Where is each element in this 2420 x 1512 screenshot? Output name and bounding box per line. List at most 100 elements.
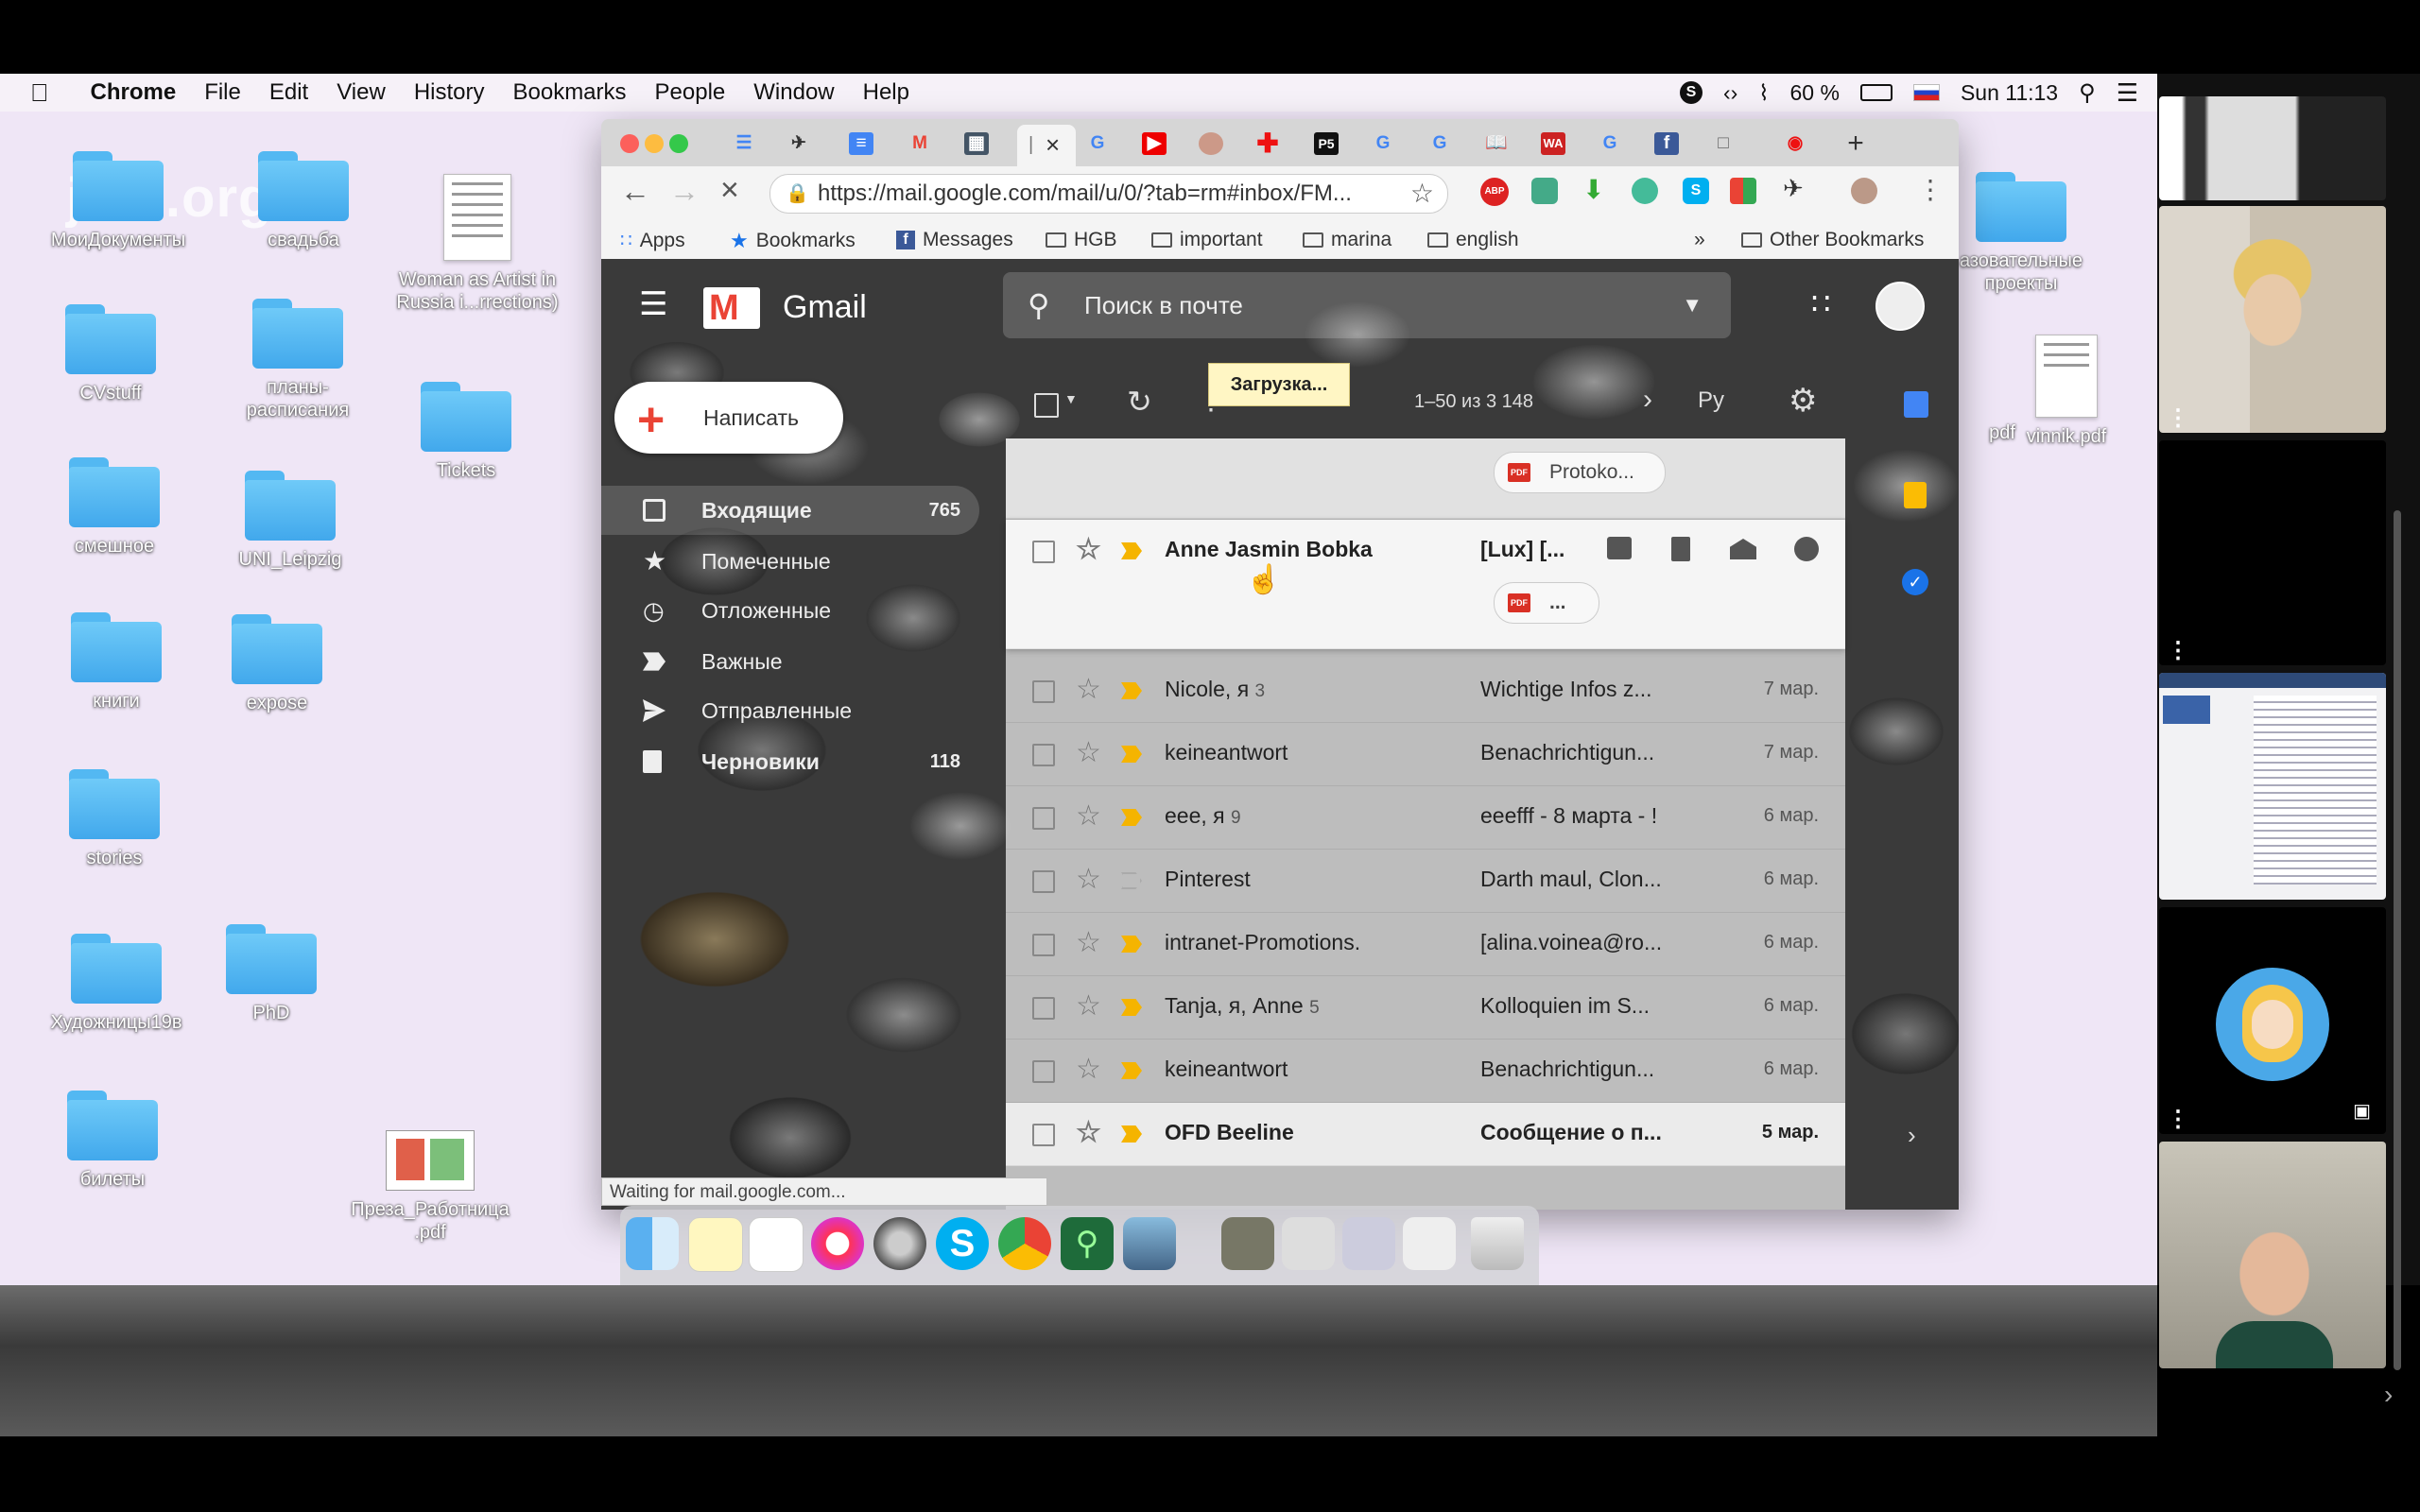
keynote-icon[interactable]: ⚲	[1061, 1217, 1114, 1270]
important-marker-icon[interactable]	[1121, 999, 1142, 1016]
row-checkbox[interactable]	[1032, 744, 1055, 766]
bookmark-folder-hgb[interactable]: HGB	[1046, 229, 1117, 251]
mark-read-icon[interactable]	[1730, 539, 1756, 559]
bookmark-messages[interactable]: f Messages	[896, 229, 1013, 251]
row-checkbox[interactable]	[1032, 680, 1055, 703]
bookmark-star-icon[interactable]: ☆	[1410, 175, 1434, 213]
desktop-folder[interactable]: expose	[187, 614, 367, 714]
tab-flight-icon[interactable]: ✈	[786, 132, 811, 155]
notification-center-icon[interactable]: ☰	[2117, 78, 2138, 108]
battery-icon[interactable]	[1859, 84, 1893, 101]
important-marker-icon[interactable]	[1121, 809, 1142, 826]
important-marker-icon[interactable]	[1121, 542, 1142, 559]
participant-thumbnail-screen[interactable]	[2159, 96, 2386, 200]
participant-menu-icon[interactable]: ⋮	[2167, 1108, 2189, 1131]
row-checkbox[interactable]	[1032, 870, 1055, 893]
keep-icon[interactable]	[1904, 482, 1927, 508]
apple-icon[interactable]: 	[30, 78, 49, 108]
desktop-folder[interactable]: CVstuff	[21, 304, 200, 404]
close-window-icon[interactable]	[620, 134, 639, 153]
desktop-folder[interactable]: Художницы19в	[26, 934, 206, 1034]
list-item[interactable]: PDF Protoko...	[1006, 438, 1845, 519]
code-icon[interactable]: ‹›	[1723, 80, 1737, 106]
star-icon[interactable]: ☆	[1076, 533, 1101, 566]
bookmark-bookmarks[interactable]: ★ Bookmarks	[730, 229, 856, 253]
important-marker-icon[interactable]	[1121, 682, 1142, 699]
menu-file[interactable]: File	[204, 79, 241, 106]
input-source-flag-icon[interactable]	[1912, 84, 1940, 101]
star-icon[interactable]: ☆	[1076, 736, 1101, 769]
document-thumbnail-icon[interactable]	[1221, 1217, 1274, 1270]
important-marker-icon[interactable]	[1121, 872, 1142, 889]
bookmark-apps[interactable]: ∷ Apps	[620, 229, 685, 252]
extension-icon[interactable]	[1730, 178, 1756, 204]
menu-history[interactable]: History	[414, 79, 485, 106]
stop-icon[interactable]: ×	[720, 172, 739, 209]
desktop-folder[interactable]: билеты	[23, 1091, 202, 1191]
desktop-folder[interactable]: stories	[25, 769, 204, 869]
nav-inbox[interactable]: Входящие 765	[601, 486, 979, 535]
row-checkbox[interactable]	[1032, 1124, 1055, 1146]
tab-google-icon[interactable]: G	[1085, 132, 1110, 155]
important-marker-icon[interactable]	[1121, 746, 1142, 763]
tab-p5-icon[interactable]: P5	[1314, 132, 1339, 155]
tab-active[interactable]: | ×	[1017, 125, 1076, 166]
search-input[interactable]: Поиск в почте	[1084, 272, 1243, 338]
chrome-icon[interactable]	[998, 1217, 1051, 1270]
zoom-window-icon[interactable]	[669, 134, 688, 153]
calendar-icon[interactable]	[1904, 391, 1928, 418]
tab-google-icon[interactable]: G	[1598, 132, 1622, 155]
tab-gmail-icon[interactable]: M	[908, 132, 932, 155]
extension-icon[interactable]	[1632, 178, 1658, 204]
tab-record-icon[interactable]: ◉	[1783, 132, 1807, 155]
menu-bookmarks[interactable]: Bookmarks	[512, 79, 626, 106]
nav-drafts[interactable]: Черновики 118	[601, 737, 979, 786]
table-row[interactable]: ☆ Tanja, я, Anne 5 Kolloquien im S... 6 м…	[1006, 976, 1845, 1040]
compose-button[interactable]: + Написать	[614, 382, 843, 454]
tab-site-icon[interactable]: ▦	[964, 132, 989, 155]
search-icon[interactable]: ⚲	[1028, 272, 1049, 338]
preview-icon[interactable]	[1123, 1217, 1176, 1270]
table-row[interactable]: ☆ Pinterest Darth maul, Clon... 6 мар.	[1006, 850, 1845, 913]
tab-avatar-icon[interactable]	[1199, 132, 1223, 155]
bookmark-folder-important[interactable]: important	[1151, 229, 1263, 251]
downloads-stack-icon[interactable]	[1403, 1217, 1456, 1270]
menu-app-name[interactable]: Chrome	[91, 79, 177, 106]
star-icon[interactable]: ☆	[1076, 673, 1101, 706]
attachment-chip[interactable]: PDF Protoko...	[1494, 452, 1666, 493]
account-avatar[interactable]	[1876, 282, 1925, 331]
table-row[interactable]: ☆ Nicole, я 3 Wichtige Infos z... 7 мар.	[1006, 660, 1845, 723]
desktop-folder[interactable]: UNI_Leipzig	[200, 471, 380, 571]
address-bar[interactable]: 🔒 https://mail.google.com/mail/u/0/?tab=…	[769, 174, 1448, 214]
desktop-document[interactable]: Woman as Artist in Russia i...rrections)	[388, 174, 567, 314]
menu-view[interactable]: View	[337, 79, 386, 106]
tab-wa-icon[interactable]: WA	[1541, 132, 1565, 155]
desktop-folder[interactable]: PhD	[182, 924, 361, 1024]
bookmarks-overflow-button[interactable]: »	[1694, 229, 1705, 251]
tab-google-icon[interactable]: G	[1371, 132, 1395, 155]
star-icon[interactable]: ☆	[1076, 863, 1101, 896]
nav-starred[interactable]: ★ Помеченные	[601, 537, 979, 586]
spotlight-icon[interactable]: ⚲	[2079, 79, 2096, 107]
attachment-chip[interactable]: PDF ...	[1494, 582, 1599, 624]
important-marker-icon[interactable]	[1121, 936, 1142, 953]
table-row[interactable]: ☆ intranet-Promotions. [alina.voinea@ro.…	[1006, 913, 1845, 976]
row-checkbox[interactable]	[1032, 934, 1055, 956]
system-preferences-icon[interactable]	[873, 1217, 926, 1270]
tasks-icon[interactable]: ✓	[1902, 569, 1928, 595]
skype-extension-icon[interactable]: S	[1683, 178, 1709, 204]
table-row[interactable]: ☆ keineantwort Benachrichtigun... 6 мар.	[1006, 1040, 1845, 1103]
finder-icon[interactable]	[626, 1217, 679, 1270]
desktop-folder[interactable]: МоиДокументы	[28, 151, 208, 251]
row-checkbox[interactable]	[1032, 541, 1055, 563]
chrome-menu-icon[interactable]: ⋮	[1917, 174, 1944, 205]
menu-window[interactable]: Window	[753, 79, 834, 106]
participants-scrollbar[interactable]	[2394, 510, 2401, 1370]
tab-close-icon[interactable]: ×	[1046, 130, 1060, 160]
desktop-folder[interactable]: планы- расписания	[208, 299, 388, 421]
menu-help[interactable]: Help	[863, 79, 909, 106]
participant-thumbnail-woman[interactable]: ⋮	[2159, 206, 2386, 433]
clock[interactable]: Sun 11:13	[1961, 80, 2058, 106]
participant-thumbnail-man[interactable]	[2159, 1142, 2386, 1368]
star-icon[interactable]: ☆	[1076, 989, 1101, 1022]
